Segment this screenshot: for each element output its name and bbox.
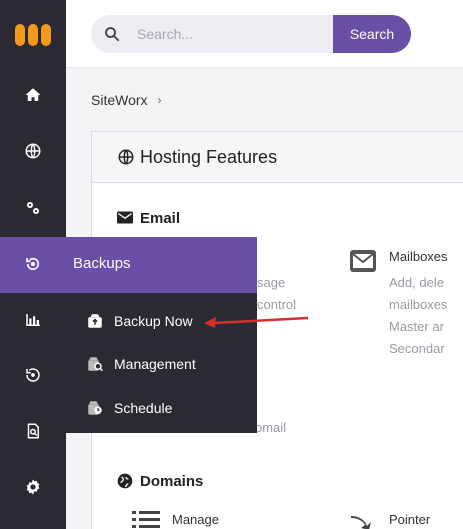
mailbox-icon [350,250,376,272]
backup-history-icon [26,257,40,271]
panel-header: Hosting Features [92,132,463,183]
menu-item-schedule[interactable]: Schedule [86,388,257,428]
mailboxes-link[interactable]: Mailboxes [389,249,448,264]
backup-box-icon [88,314,102,328]
mailboxes-desc-line-4: Secondar [389,341,445,356]
email-desc-line-1: sage [257,275,286,290]
backups-menu-title: Backups [73,255,131,272]
bar-chart-icon[interactable] [0,300,66,340]
pointer-arrow-icon [351,516,371,529]
search-input[interactable] [137,23,317,45]
search-button[interactable]: Search [333,15,411,53]
mailboxes-desc-line-2: mailboxes [389,297,448,312]
app-logo[interactable] [15,24,51,46]
breadcrumb: SiteWorx › [91,92,162,108]
backup-clock-icon [88,401,102,415]
gears-icon[interactable] [0,188,66,228]
file-search-icon[interactable] [0,411,66,451]
domains-section-title: Domains [140,473,204,490]
manage-domains-link[interactable]: Manage [172,512,219,527]
backup-search-icon [88,357,104,372]
globe-icon [118,149,134,165]
menu-item-label: Schedule [114,400,173,416]
annotation-arrow [204,316,309,328]
panel-title: Hosting Features [140,147,278,167]
list-icon [132,511,160,528]
menu-item-label: Backup Now [114,313,193,329]
pointer-domains-link[interactable]: Pointer [389,512,430,527]
email-section-title: Email [140,210,181,227]
menu-item-management[interactable]: Management [86,344,257,384]
mailboxes-desc-line-1: Add, dele [389,275,444,290]
globe-icon[interactable] [0,131,66,171]
chevron-right-icon: › [157,93,162,107]
top-bar: Search [66,0,463,68]
settings-gear-icon[interactable] [0,467,66,507]
mailboxes-desc-line-3: Master ar [389,319,444,334]
search-icon [105,27,120,42]
globe-filled-icon [117,473,133,489]
webmail-fragment: omail [255,420,287,435]
history-icon[interactable] [0,355,66,395]
home-icon[interactable] [0,75,66,115]
envelope-icon [117,211,133,224]
backups-menu-header[interactable]: Backups [0,237,257,293]
menu-item-label: Management [114,356,196,372]
breadcrumb-siteworx[interactable]: SiteWorx [91,92,148,108]
